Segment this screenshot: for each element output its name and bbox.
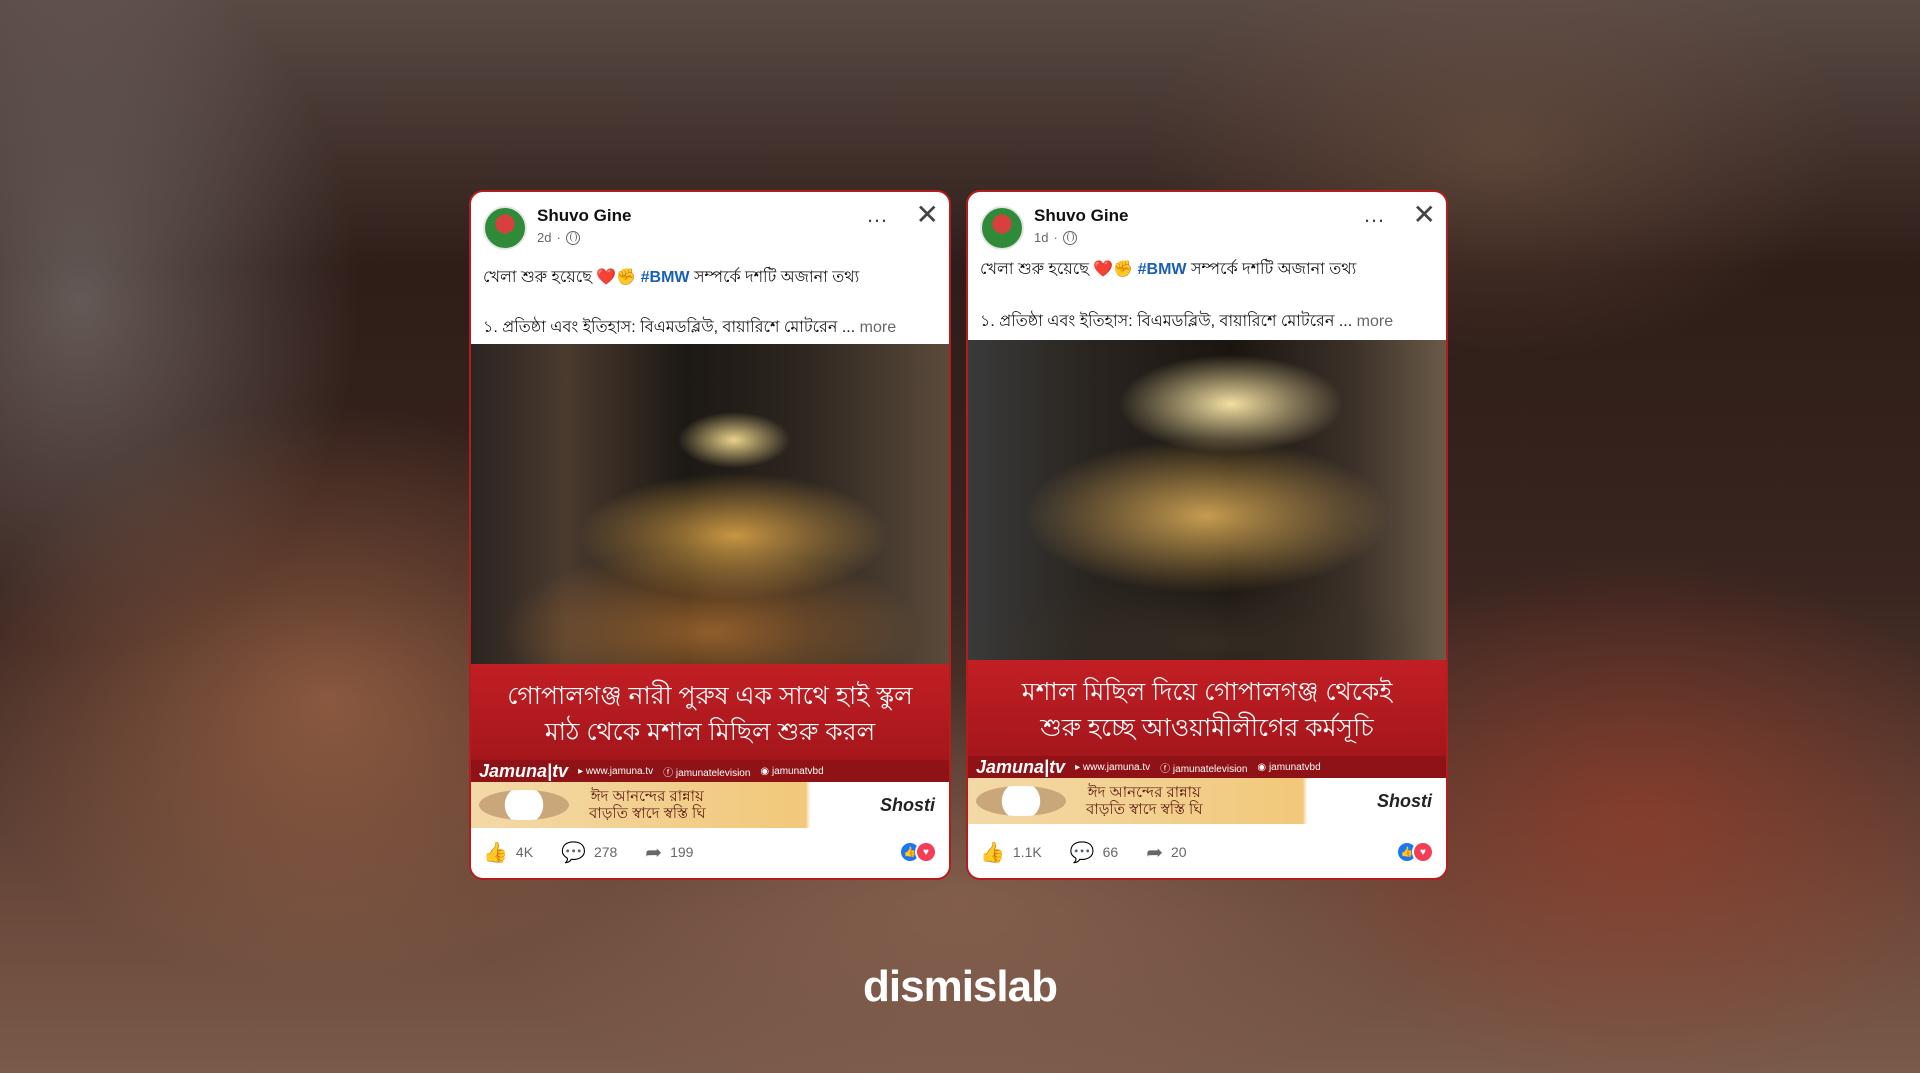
- author-name[interactable]: Shuvo Gine: [537, 206, 631, 226]
- love-reaction-icon: ♥: [1412, 841, 1434, 863]
- post-text-line1: খেলা শুরু হয়েছে ❤️✊ #BMW সম্পর্কে দশটি …: [483, 269, 860, 286]
- jamuna-logo: Jamuna|tv: [976, 756, 1066, 777]
- more-options-icon[interactable]: …: [866, 202, 889, 228]
- post-image[interactable]: মশাল মিছিল দিয়ে গোপালগঞ্জ থেকেই শুরু হচ…: [968, 340, 1446, 828]
- channel-strip: Jamuna|tv ▸ www.jamuna.tv ⓕ jamunatelevi…: [968, 756, 1446, 778]
- like-button[interactable]: 👍 4K: [483, 840, 533, 865]
- comment-button[interactable]: 💬 278: [561, 840, 617, 865]
- hashtag-link[interactable]: #BMW: [1138, 261, 1187, 278]
- post-card-1: Shuvo Gine 2d · … ✕ খেলা শুরু হয়েছে ❤️✊ …: [469, 190, 951, 880]
- post-text-line2: ১. প্রতিষ্ঠা এবং ইতিহাস: বিএমডব্লিউ, বায…: [483, 319, 897, 336]
- jamuna-logo: Jamuna|tv: [479, 760, 569, 781]
- post-meta: 2d ·: [537, 230, 580, 245]
- post-text-line2: ১. প্রতিষ্ঠা এবং ইতিহাস: বিএমডব্লিউ, বায…: [980, 313, 1394, 330]
- share-icon: ➦: [645, 841, 663, 864]
- comment-button[interactable]: 💬 66: [1070, 840, 1118, 865]
- like-icon: 👍: [980, 841, 1005, 864]
- comment-icon: 💬: [1069, 841, 1095, 864]
- post-time[interactable]: 1d: [1034, 230, 1048, 245]
- author-name[interactable]: Shuvo Gine: [1034, 206, 1128, 226]
- crowd-photo: [968, 340, 1446, 660]
- food-plates-image: [976, 786, 1066, 816]
- share-icon: ➦: [1146, 841, 1163, 864]
- blurred-background: [0, 0, 1920, 1073]
- see-more-link[interactable]: more: [860, 319, 896, 336]
- post-card-2: Shuvo Gine 1d · … ✕ খেলা শুরু হয়েছে ❤️✊ …: [966, 190, 1448, 880]
- post-header: Shuvo Gine 1d · … ✕: [968, 192, 1446, 264]
- more-options-icon[interactable]: …: [1363, 202, 1386, 228]
- close-icon[interactable]: ✕: [1413, 198, 1436, 231]
- crowd-photo: [471, 344, 949, 664]
- emoji: ❤️✊: [596, 269, 637, 286]
- avatar[interactable]: [980, 206, 1024, 250]
- see-more-link[interactable]: more: [1357, 313, 1393, 330]
- globe-icon: [565, 230, 580, 245]
- love-reaction-icon: ♥: [915, 841, 937, 863]
- post-time[interactable]: 2d: [537, 230, 551, 245]
- food-plates-image: [479, 790, 569, 820]
- ad-brand: Shosti: [1376, 790, 1432, 811]
- post-meta: 1d ·: [1034, 230, 1077, 245]
- comment-icon: 💬: [561, 841, 586, 864]
- ad-strip: ঈদ আনন্দের রান্নায় বাড়তি স্বাদে স্বস্ত…: [471, 782, 949, 828]
- avatar[interactable]: [483, 206, 527, 250]
- reactions[interactable]: 👍 ♥: [899, 841, 937, 863]
- news-headline-banner: গোপালগঞ্জ নারী পুরুষ এক সাথে হাই স্কুল ম…: [471, 664, 949, 764]
- post-text-line1: খেলা শুরু হয়েছে ❤️✊ #BMW সম্পর্কে দশটি …: [980, 261, 1357, 278]
- globe-icon: [1062, 230, 1077, 245]
- ad-brand: Shosti: [879, 794, 935, 815]
- like-icon: 👍: [483, 841, 508, 864]
- post-actions: 👍 1.1K 💬 66 ➦ 20 👍 ♥: [968, 826, 1446, 878]
- channel-strip: Jamuna|tv ▸ www.jamuna.tv ⓕ jamunatelevi…: [471, 760, 949, 782]
- reactions[interactable]: 👍 ♥: [1396, 841, 1434, 863]
- news-headline-banner: মশাল মিছিল দিয়ে গোপালগঞ্জ থেকেই শুরু হচ…: [968, 660, 1446, 760]
- like-button[interactable]: 👍 1.1K: [980, 840, 1042, 865]
- hashtag-link[interactable]: #BMW: [641, 269, 690, 286]
- share-button[interactable]: ➦ 20: [1146, 840, 1186, 865]
- dismislab-watermark: dismislab: [863, 962, 1058, 1011]
- close-icon[interactable]: ✕: [916, 198, 939, 231]
- emoji: ❤️✊: [1093, 261, 1134, 278]
- post-image[interactable]: গোপালগঞ্জ নারী পুরুষ এক সাথে হাই স্কুল ম…: [471, 344, 949, 828]
- ad-strip: ঈদ আনন্দের রান্নায় বাড়তি স্বাদে স্বস্ত…: [968, 778, 1446, 824]
- post-header: Shuvo Gine 2d · … ✕: [471, 192, 949, 264]
- post-actions: 👍 4K 💬 278 ➦ 199 👍 ♥: [471, 826, 949, 878]
- share-button[interactable]: ➦ 199: [645, 840, 693, 865]
